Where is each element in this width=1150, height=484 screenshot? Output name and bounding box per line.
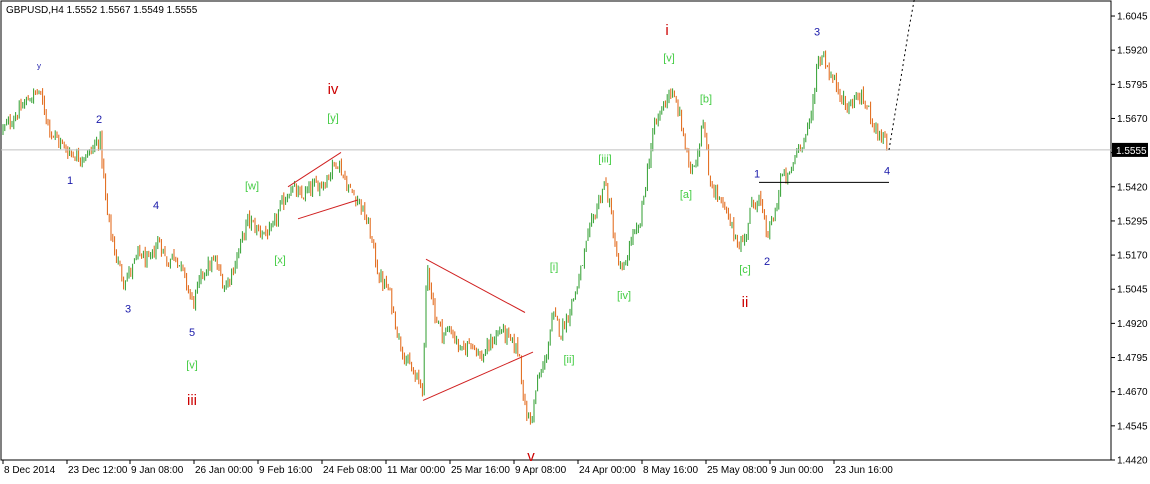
x-tick-label: 9 Apr 08:00	[515, 465, 567, 476]
wave-label: [c]	[739, 264, 751, 276]
wave-label: [v]	[186, 360, 198, 372]
wave-label: [iv]	[617, 290, 631, 302]
x-tick-label: 8 Dec 2014	[4, 465, 56, 476]
wave-label: 3	[814, 26, 820, 38]
x-tick-label: 23 Jun 16:00	[835, 465, 893, 476]
wave-label: y	[37, 62, 41, 71]
wave-label: ii	[742, 294, 749, 311]
chart-window: y21435[v]iiiiv[y][w][x]v[i][ii][iii][iv]…	[0, 0, 1150, 479]
y-tick-label: 1.5170	[1117, 251, 1148, 262]
wave-label: [iii]	[598, 153, 611, 165]
chart-title: GBPUSD,H4 1.5552 1.5567 1.5549 1.5555	[6, 5, 198, 16]
wave-label: [b]	[700, 93, 712, 105]
x-tick-label: 11 Mar 00:00	[387, 465, 446, 476]
wave-label: iv	[328, 81, 339, 98]
x-tick-label: 9 Jan 08:00	[131, 465, 184, 476]
y-tick-label: 1.5295	[1117, 216, 1148, 227]
y-tick-label: 1.5920	[1117, 46, 1148, 57]
x-tick-label: 25 Mar 16:00	[451, 465, 510, 476]
wave-label: [i]	[550, 261, 559, 273]
x-tick-label: 9 Jun 00:00	[771, 465, 824, 476]
x-tick-label: 25 May 08:00	[707, 465, 768, 476]
y-tick-label: 1.5420	[1117, 182, 1148, 193]
wave-label: 5	[189, 327, 195, 339]
current-price-tag: 1.5555	[1112, 143, 1148, 157]
wave-label: 1	[754, 168, 760, 180]
y-tick-label: 1.4920	[1117, 319, 1148, 330]
wave-label: iii	[187, 392, 197, 409]
x-tick-label: 23 Dec 12:00	[68, 465, 128, 476]
wave-label: 3	[125, 304, 131, 316]
y-tick-label: 1.6045	[1117, 12, 1148, 23]
x-tick-label: 24 Feb 08:00	[323, 465, 382, 476]
time-axis: 8 Dec 2014 23 Dec 12:009 Jan 08:00 26 Jan …	[3, 460, 893, 476]
wave-label: 1	[67, 175, 73, 187]
wave-label: [v]	[663, 52, 675, 64]
x-tick-label: 24 Apr 00:00	[579, 465, 636, 476]
y-tick-label: 1.5795	[1117, 80, 1148, 91]
wave-label: v	[527, 448, 535, 465]
y-tick-label: 1.4545	[1117, 421, 1148, 432]
y-tick-label: 1.4795	[1117, 353, 1148, 364]
wave-label: 2	[764, 256, 770, 268]
wave-label: [x]	[274, 254, 286, 266]
wave-label: 4	[884, 166, 890, 178]
plot-frame	[1, 1, 1111, 460]
wave-label: 2	[96, 114, 102, 126]
y-tick-label: 1.5045	[1117, 285, 1148, 296]
wave-label: [a]	[680, 189, 692, 201]
price-chart[interactable]: y21435[v]iiiiv[y][w][x]v[i][ii][iii][iv]…	[0, 0, 1150, 479]
wave-label: i	[665, 22, 668, 39]
price-axis: 1.60451.59201.57951.56701.55451.54201.52…	[1111, 12, 1148, 467]
wave-label: [y]	[327, 112, 339, 124]
price-tag-label: 1.5555	[1116, 146, 1147, 157]
x-tick-label: 26 Jan 00:00	[195, 465, 253, 476]
x-tick-label: 8 May 16:00	[643, 465, 698, 476]
wave-label: [w]	[245, 181, 259, 193]
y-tick-label: 1.5670	[1117, 114, 1148, 125]
x-tick-label: 9 Feb 16:00	[259, 465, 313, 476]
y-tick-label: 1.4420	[1117, 456, 1148, 467]
y-tick-label: 1.4670	[1117, 387, 1148, 398]
wave-label: [ii]	[564, 354, 575, 366]
wave-label: 4	[153, 200, 159, 212]
